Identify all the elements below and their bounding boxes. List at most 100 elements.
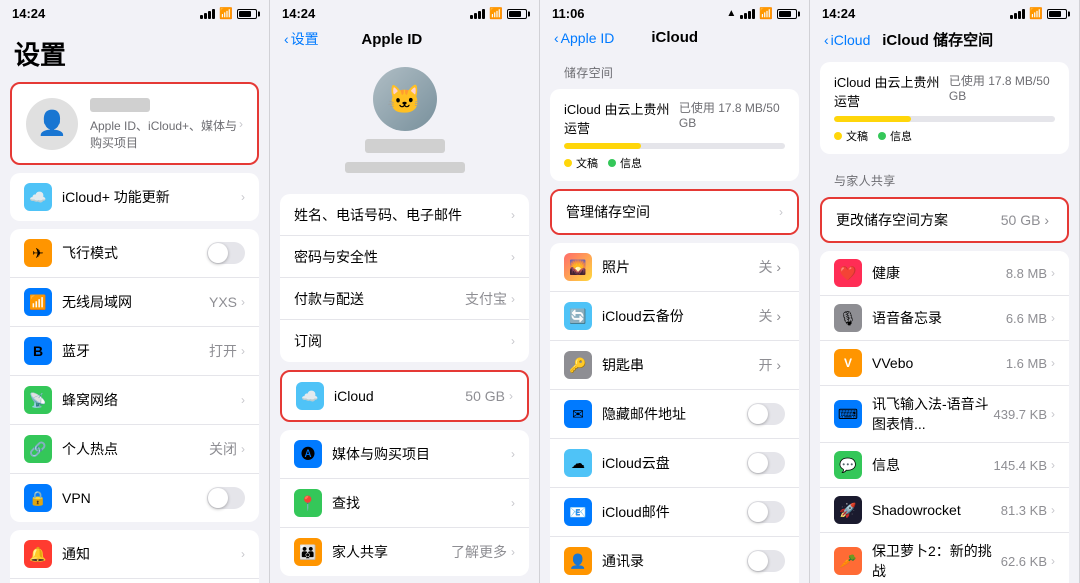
bt-label: 蓝牙 [62,341,209,361]
apple-id-scroll[interactable]: 🐱 姓名、电话号码、电子邮件 › 密码与安全性 › 付款与配送 支付宝 › [270,57,539,583]
status-bar-3: 11:06 ▲ 📶 [540,0,809,25]
screen-settings: 14:24 📶 设置 👤 Apple ID、iCloud+、媒体与购买项目 [0,0,270,583]
apple-id-bottom-group: 🅐 媒体与购买项目 › 📍 查找 › 👪 家人共享 了解更多 › [280,430,529,576]
storage-plan-item[interactable]: 更改储存空间方案 50 GB › [822,199,1067,241]
icloud-main-value: 50 GB [465,388,505,404]
contacts-toggle[interactable] [747,550,785,572]
backup-value: 关 › [758,306,781,326]
manage-storage-item[interactable]: 管理储存空间 › [552,191,797,233]
sound-item[interactable]: 🔊 声音与触感 › [10,579,259,583]
docs-label-4: 文稿 [846,128,868,144]
wifi-label: 无线局域网 [62,292,209,312]
backup-icon: 🔄 [564,302,592,330]
vpn-toggle[interactable] [207,487,245,509]
keychain-value: 开 › [758,355,781,375]
icloud-mail-item[interactable]: 📧 iCloud邮件 [550,488,799,537]
voice-name: 语音备忘录 [872,308,1006,328]
voice-icon: 🎙 [834,304,862,332]
icloud-drive-toggle[interactable] [747,452,785,474]
media-item[interactable]: 🅐 媒体与购买项目 › [280,430,529,479]
payment-chevron: › [511,292,515,306]
icloud-scroll[interactable]: 储存空间 iCloud 由云上贵州运营 已使用 17.8 MB/50 GB 文稿… [540,54,809,583]
status-icons-3: ▲ 📶 [726,7,797,20]
password-chevron: › [511,250,515,264]
carrot-item[interactable]: 🥕 保卫萝卜2：新的挑战 62.6 KB › [820,533,1069,583]
hotspot-item[interactable]: 🔗 个人热点 关闭 › [10,425,259,474]
signal-icon [200,9,215,19]
signal-icon-3 [740,9,755,19]
docs-dot-4 [834,132,842,140]
carrot-chevron: › [1051,554,1055,568]
shadowrocket-item[interactable]: 🚀 Shadowrocket 81.3 KB › [820,488,1069,533]
back-button-2[interactable]: ‹ 设置 [284,29,319,49]
storage-plan-group: 更改储存空间方案 50 GB › [820,197,1069,243]
photos-label: 照片 [602,257,758,277]
icloud-drive-icon: ☁ [564,449,592,477]
storage-section-label: 储存空间 [540,54,809,85]
health-item[interactable]: ❤️ 健康 8.8 MB › [820,251,1069,296]
back-button-4[interactable]: ‹ iCloud [824,32,870,48]
password-item[interactable]: 密码与安全性 › [280,236,529,278]
media-label: 媒体与购买项目 [332,444,511,464]
hide-mail-toggle[interactable] [747,403,785,425]
notification-group: 🔔 通知 › 🔊 声音与触感 › 🌙 专注模式 › ⏱ 屏幕使用时间 › [10,530,259,583]
status-bar-1: 14:24 📶 [0,0,269,25]
wifi-item[interactable]: 📶 无线局域网 YXS › [10,278,259,327]
icloud-drive-item[interactable]: ☁ iCloud云盘 [550,439,799,488]
storage-progress-fill [564,143,641,149]
cellular-item[interactable]: 📡 蜂窝网络 › [10,376,259,425]
airplane-toggle[interactable] [207,242,245,264]
messages-storage-item[interactable]: 💬 信息 145.4 KB › [820,443,1069,488]
subscription-item[interactable]: 订阅 › [280,320,529,362]
hide-mail-item[interactable]: ✉ 隐藏邮件地址 [550,390,799,439]
icloud-storage-scroll[interactable]: iCloud 由云上贵州运营 已使用 17.8 MB/50 GB 文稿 信息 与… [810,58,1079,583]
back-button-3[interactable]: ‹ Apple ID [554,30,614,46]
voice-item[interactable]: 🎙 语音备忘录 6.6 MB › [820,296,1069,341]
wifi-list-icon: 📶 [24,288,52,316]
family-item[interactable]: 👪 家人共享 了解更多 › [280,528,529,576]
media-icon: 🅐 [294,440,322,468]
avatar: 👤 [26,98,78,150]
name-phone-chevron: › [511,208,515,222]
cellular-icon: 📡 [24,386,52,414]
vpn-item[interactable]: 🔒 VPN [10,474,259,522]
storage-service-4: iCloud 由云上贵州运营 [834,72,949,110]
notify-item[interactable]: 🔔 通知 › [10,530,259,579]
contacts-icon: 👤 [564,547,592,575]
docs-label: 文稿 [576,155,598,171]
contacts-item[interactable]: 👤 通讯录 [550,537,799,583]
payment-item[interactable]: 付款与配送 支付宝 › [280,278,529,320]
page-title-4: iCloud 储存空间 [882,29,993,50]
icloud-update-item[interactable]: ☁️ iCloud+ 功能更新 › [10,173,259,221]
name-phone-item[interactable]: 姓名、电话号码、电子邮件 › [280,194,529,236]
profile-card[interactable]: 👤 Apple ID、iCloud+、媒体与购买项目 › [10,82,259,165]
settings-scroll[interactable]: 设置 👤 Apple ID、iCloud+、媒体与购买项目 › ☁️ iClou… [0,25,269,583]
messages-storage-icon: 💬 [834,451,862,479]
vvebo-item[interactable]: V VVebo 1.6 MB › [820,341,1069,386]
backup-item[interactable]: 🔄 iCloud云备份 关 › [550,292,799,341]
xunfei-item[interactable]: ⌨ 讯飞输入法-语音斗图表情... 439.7 KB › [820,386,1069,443]
hotspot-value: 关闭 [209,439,237,459]
icloud-mail-toggle[interactable] [747,501,785,523]
storage-bar-4 [834,116,1055,122]
legend-docs: 文稿 [564,155,598,171]
find-item[interactable]: 📍 查找 › [280,479,529,528]
carrot-icon: 🥕 [834,547,862,575]
messages-storage-name: 信息 [872,455,994,475]
backup-label: iCloud云备份 [602,306,758,326]
shadowrocket-name: Shadowrocket [872,502,1001,518]
icloud-update-chevron: › [241,190,245,204]
payment-value: 支付宝 [465,289,507,309]
bt-item[interactable]: B 蓝牙 打开 › [10,327,259,376]
photos-item[interactable]: 🌄 照片 关 › [550,243,799,292]
icloud-main-item[interactable]: ☁️ iCloud 50 GB › [282,372,527,420]
airplane-item[interactable]: ✈ 飞行模式 [10,229,259,278]
signal-icon-4 [1010,9,1025,19]
legend-4: 文稿 信息 [834,128,1055,144]
status-icons-1: 📶 [200,7,257,20]
apple-id-info-group: 姓名、电话号码、电子邮件 › 密码与安全性 › 付款与配送 支付宝 › 订阅 › [280,194,529,362]
profile-sub: Apple ID、iCloud+、媒体与购买项目 [90,117,239,151]
keychain-item[interactable]: 🔑 钥匙串 开 › [550,341,799,390]
cellular-label: 蜂窝网络 [62,390,241,410]
icloud-drive-label: iCloud云盘 [602,453,747,473]
